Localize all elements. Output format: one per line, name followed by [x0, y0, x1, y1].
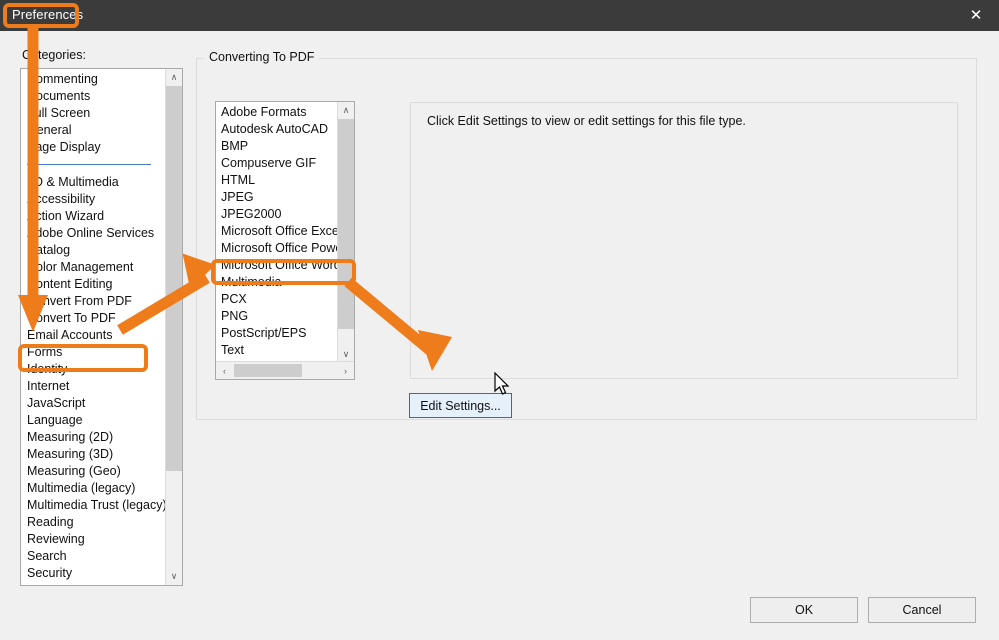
file-formats-items: Adobe Formats Autodesk AutoCAD BMP Compuser…: [216, 102, 338, 359]
category-item[interactable]: Language: [21, 412, 165, 429]
format-item[interactable]: Adobe Formats: [216, 104, 338, 121]
category-item[interactable]: General: [21, 122, 165, 139]
category-item[interactable]: Color Management: [21, 259, 165, 276]
settings-info-panel: Click Edit Settings to view or edit sett…: [410, 102, 958, 379]
scrollbar-thumb[interactable]: [166, 86, 182, 471]
category-item[interactable]: Catalog: [21, 242, 165, 259]
categories-items: Commenting Documents Full Screen General Pag…: [21, 69, 165, 582]
format-item[interactable]: Compuserve GIF: [216, 155, 338, 172]
category-item[interactable]: Convert To PDF: [21, 310, 165, 327]
format-item[interactable]: PNG: [216, 308, 338, 325]
chevron-left-icon[interactable]: ‹: [216, 362, 233, 379]
chevron-right-icon[interactable]: ›: [337, 362, 354, 379]
category-item[interactable]: Action Wizard: [21, 208, 165, 225]
category-item[interactable]: Accessibility: [21, 191, 165, 208]
cancel-button[interactable]: Cancel: [868, 597, 976, 623]
category-item[interactable]: Internet: [21, 378, 165, 395]
preferences-dialog: Preferences ✕ Categories: Commenting Docu…: [0, 0, 999, 640]
category-item[interactable]: Documents: [21, 88, 165, 105]
title-bar: Preferences ✕: [0, 0, 999, 31]
format-item[interactable]: PostScript/EPS: [216, 325, 338, 342]
format-item[interactable]: Autodesk AutoCAD: [216, 121, 338, 138]
categories-label: Categories:: [22, 48, 86, 62]
category-item[interactable]: Multimedia (legacy): [21, 480, 165, 497]
format-item[interactable]: Microsoft Office Power: [216, 240, 338, 257]
format-item[interactable]: Multimedia: [216, 274, 338, 291]
category-item[interactable]: 3D & Multimedia: [21, 174, 165, 191]
category-item[interactable]: Email Accounts: [21, 327, 165, 344]
categories-separator: [21, 156, 165, 174]
format-item[interactable]: Text: [216, 342, 338, 359]
category-item[interactable]: Search: [21, 548, 165, 565]
category-item[interactable]: Convert From PDF: [21, 293, 165, 310]
dialog-body: Categories: Commenting Documents Full Scre…: [0, 31, 999, 640]
scrollbar-thumb[interactable]: [234, 364, 302, 377]
format-item[interactable]: Microsoft Office Excel: [216, 223, 338, 240]
category-item[interactable]: Measuring (2D): [21, 429, 165, 446]
chevron-up-icon[interactable]: ∧: [338, 102, 354, 119]
format-item[interactable]: HTML: [216, 172, 338, 189]
category-item[interactable]: Forms: [21, 344, 165, 361]
ok-button[interactable]: OK: [750, 597, 858, 623]
window-title: Preferences: [12, 7, 84, 22]
format-item[interactable]: JPEG: [216, 189, 338, 206]
category-item[interactable]: Multimedia Trust (legacy): [21, 497, 165, 514]
format-item[interactable]: JPEG2000: [216, 206, 338, 223]
formats-horizontal-scrollbar[interactable]: ‹ ›: [216, 361, 354, 379]
close-icon[interactable]: ✕: [953, 0, 999, 31]
group-title: Converting To PDF: [204, 50, 320, 64]
file-formats-listbox[interactable]: Adobe Formats Autodesk AutoCAD BMP Compuser…: [215, 101, 355, 380]
category-item[interactable]: JavaScript: [21, 395, 165, 412]
category-item[interactable]: Full Screen: [21, 105, 165, 122]
category-item[interactable]: Security: [21, 565, 165, 582]
format-item[interactable]: PCX: [216, 291, 338, 308]
category-item[interactable]: Reading: [21, 514, 165, 531]
category-item[interactable]: Reviewing: [21, 531, 165, 548]
categories-scrollbar[interactable]: ∧ ∨: [165, 69, 182, 585]
category-item[interactable]: Measuring (Geo): [21, 463, 165, 480]
separator-line: [27, 164, 151, 165]
format-item[interactable]: Microsoft Office Word: [216, 257, 338, 274]
scrollbar-thumb[interactable]: [338, 119, 354, 329]
category-item[interactable]: Identity: [21, 361, 165, 378]
category-item[interactable]: Commenting: [21, 71, 165, 88]
categories-listbox[interactable]: Commenting Documents Full Screen General Pag…: [20, 68, 183, 586]
chevron-down-icon[interactable]: ∨: [166, 568, 182, 585]
mouse-cursor-icon: [494, 372, 510, 395]
chevron-up-icon[interactable]: ∧: [166, 69, 182, 86]
formats-vertical-scrollbar[interactable]: ∧ ∨: [337, 102, 354, 363]
category-item[interactable]: Content Editing: [21, 276, 165, 293]
category-item[interactable]: Measuring (3D): [21, 446, 165, 463]
format-item[interactable]: BMP: [216, 138, 338, 155]
info-message: Click Edit Settings to view or edit sett…: [427, 114, 746, 128]
category-item[interactable]: Adobe Online Services: [21, 225, 165, 242]
category-item[interactable]: Page Display: [21, 139, 165, 156]
